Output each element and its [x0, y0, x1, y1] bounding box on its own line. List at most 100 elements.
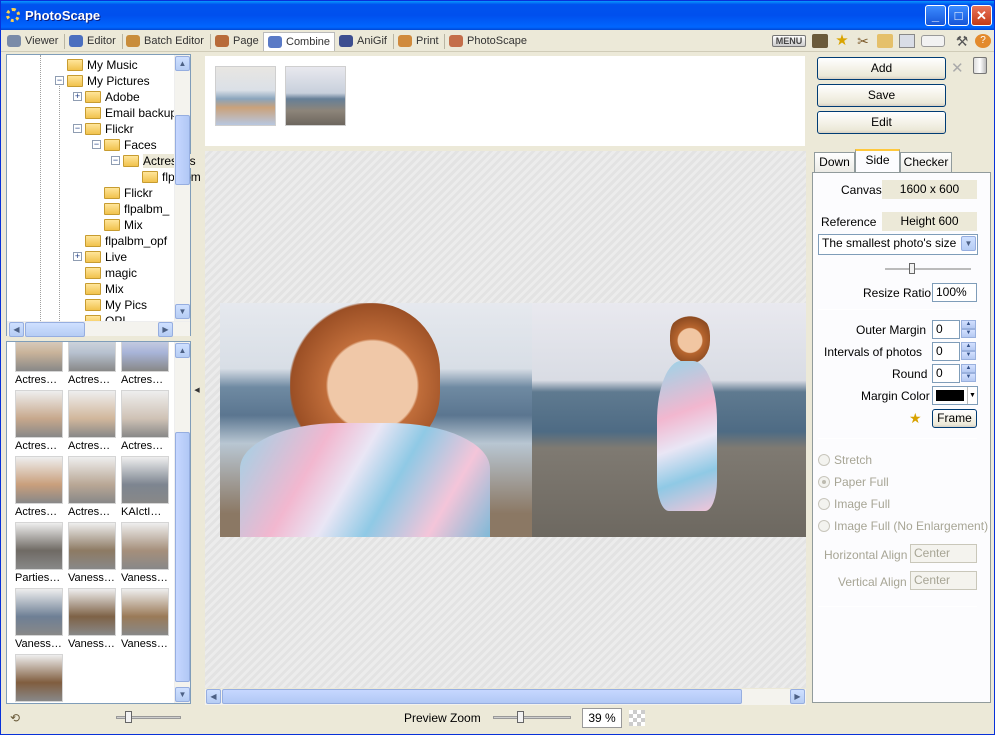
- spin-up-icon[interactable]: ▲: [961, 342, 976, 351]
- film-icon[interactable]: [812, 34, 828, 48]
- thumbnail-image[interactable]: [121, 456, 169, 504]
- thumbnail-image[interactable]: [15, 522, 63, 570]
- tab-viewer[interactable]: Viewer: [3, 32, 62, 51]
- tree-node[interactable]: Live: [85, 249, 127, 265]
- tab-checker[interactable]: Checker: [900, 152, 952, 172]
- tree-node[interactable]: flpalbm_opf: [85, 233, 167, 249]
- refresh-icon[interactable]: ⟲: [10, 711, 24, 725]
- add-button[interactable]: Add: [817, 57, 946, 80]
- tree-node[interactable]: My Pictures: [67, 73, 150, 89]
- maximize-button[interactable]: □: [948, 5, 969, 26]
- tree-node[interactable]: My Music: [67, 57, 138, 73]
- tab-page[interactable]: Page: [211, 32, 263, 51]
- tab-photoscape[interactable]: PhotoScape: [445, 32, 531, 51]
- tree-node[interactable]: Flickr: [104, 185, 153, 201]
- thumbnail-image[interactable]: [121, 342, 169, 372]
- preview-zoom-slider[interactable]: [493, 716, 571, 719]
- scroll-up-icon[interactable]: ▲: [175, 343, 190, 358]
- thumbnail-image[interactable]: [121, 522, 169, 570]
- minimize-button[interactable]: _: [925, 5, 946, 26]
- spin-up-icon[interactable]: ▲: [961, 364, 976, 373]
- scroll-thumb[interactable]: [175, 115, 190, 185]
- vertical-align-select[interactable]: Center: [910, 571, 977, 590]
- spin-down-icon[interactable]: ▼: [961, 351, 976, 360]
- tree-node[interactable]: magic: [85, 265, 137, 281]
- tree-vertical-scrollbar[interactable]: ▲ ▼: [174, 55, 190, 321]
- scroll-left-icon[interactable]: ◀: [206, 689, 221, 704]
- dropdown-arrow-icon[interactable]: ▼: [967, 387, 977, 404]
- tab-print[interactable]: Print: [394, 32, 443, 51]
- scroll-thumb[interactable]: [25, 322, 85, 337]
- selected-photo[interactable]: [285, 66, 346, 126]
- scroll-down-icon[interactable]: ▼: [175, 687, 190, 702]
- trash-icon[interactable]: [973, 57, 987, 74]
- scroll-right-icon[interactable]: ▶: [790, 689, 805, 704]
- expand-icon[interactable]: +: [73, 252, 82, 261]
- menu-button[interactable]: MENU: [772, 35, 806, 47]
- collapse-icon[interactable]: −: [55, 76, 64, 85]
- radio-image-full[interactable]: [818, 498, 830, 510]
- outer-margin-spinner[interactable]: ▲ ▼: [961, 320, 976, 339]
- radio-image-full-no-enlargement[interactable]: [818, 520, 830, 532]
- tree-node[interactable]: flpalbm: [142, 169, 201, 185]
- size-slider[interactable]: [885, 268, 971, 270]
- expand-icon[interactable]: +: [73, 92, 82, 101]
- tree-node[interactable]: Mix: [85, 281, 124, 297]
- scroll-thumb[interactable]: [175, 432, 190, 682]
- selected-photo[interactable]: [215, 66, 276, 126]
- horizontal-align-select[interactable]: Center: [910, 544, 977, 563]
- tab-combine[interactable]: Combine: [263, 32, 336, 51]
- tab-side[interactable]: Side: [855, 149, 900, 173]
- radio-stretch[interactable]: [818, 454, 830, 466]
- intervals-input[interactable]: 0: [932, 342, 960, 361]
- thumbnail-image[interactable]: [121, 390, 169, 438]
- tab-down[interactable]: Down: [814, 152, 855, 172]
- folder-icon[interactable]: [877, 34, 893, 48]
- tree-node[interactable]: flpalbm_: [104, 201, 169, 217]
- slider-knob[interactable]: [125, 711, 132, 723]
- tools-icon[interactable]: ✂: [855, 34, 871, 48]
- thumbnail-image[interactable]: [15, 588, 63, 636]
- thumbnail-image[interactable]: [68, 342, 116, 372]
- thumbnail-image[interactable]: [68, 588, 116, 636]
- thumbnail-image[interactable]: [68, 522, 116, 570]
- wrench-icon[interactable]: ⚒: [954, 34, 970, 48]
- resize-ratio-input[interactable]: 100%: [932, 283, 977, 302]
- tree-node[interactable]: Flickr: [85, 121, 134, 137]
- radio-paper-full[interactable]: [818, 476, 830, 488]
- frame-star-icon[interactable]: ★: [909, 410, 922, 427]
- tree-node[interactable]: Email backup: [85, 105, 177, 121]
- tab-batch-editor[interactable]: Batch Editor: [122, 32, 208, 51]
- remove-all-icon[interactable]: ✕: [951, 59, 964, 77]
- thumbnail-image[interactable]: [68, 390, 116, 438]
- scroll-down-icon[interactable]: ▼: [175, 304, 190, 319]
- star-icon[interactable]: ★: [834, 33, 850, 48]
- thumbnail-image[interactable]: [15, 456, 63, 504]
- spin-down-icon[interactable]: ▼: [961, 373, 976, 382]
- spin-down-icon[interactable]: ▼: [961, 329, 976, 338]
- slider-knob[interactable]: [517, 711, 524, 723]
- collapse-icon[interactable]: −: [111, 156, 120, 165]
- edit-button[interactable]: Edit: [817, 111, 946, 134]
- scroll-right-icon[interactable]: ▶: [158, 322, 173, 337]
- thumbnail-image[interactable]: [15, 390, 63, 438]
- size-reference-select[interactable]: The smallest photo's size: [818, 234, 978, 255]
- scroll-thumb[interactable]: [222, 689, 742, 704]
- tab-anigif[interactable]: AniGif: [335, 32, 391, 51]
- help-icon[interactable]: ?: [975, 34, 991, 48]
- thumbnail-scrollbar[interactable]: ▲ ▼: [174, 342, 190, 703]
- tab-editor[interactable]: Editor: [65, 32, 120, 51]
- thumbnail-image[interactable]: [15, 342, 63, 372]
- thumbnail-image[interactable]: [68, 456, 116, 504]
- thumbnail-image[interactable]: [121, 588, 169, 636]
- round-input[interactable]: 0: [932, 364, 960, 383]
- canvas-horizontal-scrollbar[interactable]: ◀ ▶: [205, 689, 806, 705]
- copy-icon[interactable]: [899, 34, 915, 48]
- tree-node[interactable]: My Pics: [85, 297, 147, 313]
- panel-collapse-arrow-icon[interactable]: ◀: [192, 341, 202, 441]
- intervals-spinner[interactable]: ▲ ▼: [961, 342, 976, 361]
- close-button[interactable]: ✕: [971, 5, 992, 26]
- tree-node[interactable]: Adobe: [85, 89, 140, 105]
- tree-node[interactable]: Mix: [104, 217, 143, 233]
- collapse-icon[interactable]: −: [92, 140, 101, 149]
